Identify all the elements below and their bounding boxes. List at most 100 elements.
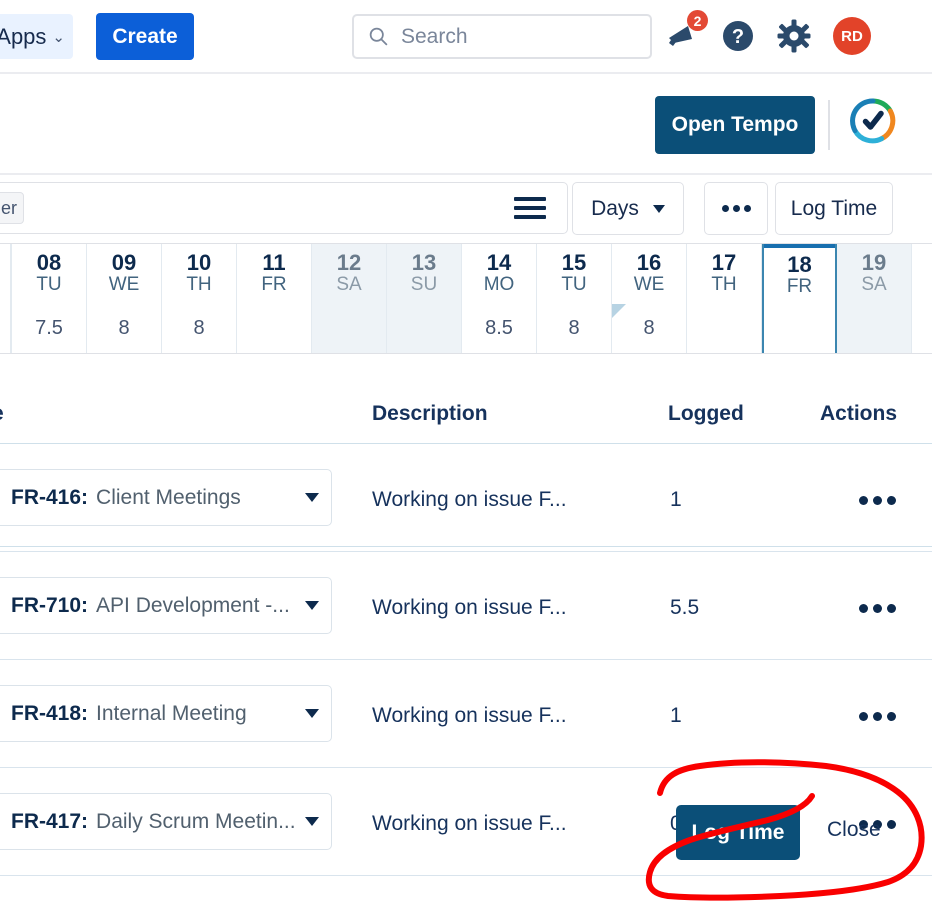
row-actions-button[interactable] bbox=[859, 496, 896, 505]
calendar-day-header: 08 TU bbox=[12, 244, 86, 302]
worklog-description[interactable]: Working on issue F... bbox=[372, 704, 567, 728]
calendar-day-hours[interactable]: 7.5 bbox=[12, 303, 86, 354]
calendar-day-column[interactable]: 17 TH bbox=[687, 244, 762, 354]
worklog-description[interactable]: Working on issue F... bbox=[372, 596, 567, 620]
create-button[interactable]: Create bbox=[96, 13, 194, 60]
more-options-button[interactable] bbox=[704, 182, 768, 235]
hamburger-icon[interactable] bbox=[514, 192, 546, 224]
calendar-day-header: 16 WE bbox=[612, 244, 686, 302]
calendar-day-header: 13 SU bbox=[387, 244, 461, 302]
filter-button[interactable]: er bbox=[0, 192, 24, 224]
topnav-icon-group: 2 ? RD bbox=[665, 10, 871, 60]
column-header-issue[interactable]: e bbox=[0, 402, 4, 426]
worklog-description[interactable]: Working on issue F... bbox=[372, 488, 567, 512]
tempo-logo-icon[interactable] bbox=[849, 97, 897, 145]
help-button[interactable]: ? bbox=[721, 19, 755, 53]
calendar-day-column[interactable]: 15 TU 8 bbox=[537, 244, 612, 354]
calendar-day-header: 10 TH bbox=[162, 244, 236, 302]
calendar-day-number: 18 bbox=[787, 252, 812, 278]
calendar-day-weekday: TH bbox=[186, 273, 212, 295]
calendar-day-hours[interactable]: 8 bbox=[87, 303, 161, 354]
issue-selector[interactable]: FR-710: API Development -... bbox=[0, 577, 332, 634]
calendar-day-hours[interactable] bbox=[387, 303, 461, 354]
settings-button[interactable] bbox=[777, 19, 811, 53]
log-time-button[interactable]: Log Time bbox=[775, 182, 893, 235]
issue-key: FR-417: bbox=[11, 809, 89, 833]
calendar-day-hours[interactable] bbox=[687, 303, 761, 354]
calendar-day-number: 15 bbox=[561, 250, 587, 276]
jira-top-navigation: Apps ⌄ Create Search 2 ? RD bbox=[0, 0, 932, 72]
calendar-day-column[interactable]: 12 SA bbox=[312, 244, 387, 354]
calendar-day-hours[interactable] bbox=[312, 303, 386, 354]
calendar-day-column[interactable]: 18 FR bbox=[762, 244, 837, 354]
apps-menu-button[interactable]: Apps ⌄ bbox=[0, 14, 73, 59]
calendar-day-weekday: WE bbox=[633, 273, 665, 295]
issue-selector[interactable]: FR-418: Internal Meeting bbox=[0, 685, 332, 742]
search-input[interactable]: Search bbox=[401, 25, 468, 49]
issue-summary: API Development -... bbox=[96, 593, 290, 617]
calendar-day-header: 12 SA bbox=[312, 244, 386, 302]
worklog-table: e Description Logged Actions FR-416: Clie… bbox=[0, 356, 932, 876]
calendar-day-column[interactable]: 10 TH 8 bbox=[162, 244, 237, 354]
calendar-day-number: 08 bbox=[36, 250, 62, 276]
calendar-cell-marker-icon bbox=[612, 304, 626, 318]
calendar-day-weekday: TU bbox=[36, 273, 62, 295]
row-log-time-button[interactable]: Log Time bbox=[676, 805, 800, 860]
open-tempo-button[interactable]: Open Tempo bbox=[655, 96, 815, 154]
calendar-day-hours[interactable] bbox=[237, 303, 311, 354]
calendar-day-number: 11 bbox=[262, 250, 286, 276]
calendar-day-hours[interactable]: 8.5 bbox=[462, 303, 536, 354]
row-actions-button[interactable] bbox=[859, 604, 896, 613]
calendar-day-hours[interactable]: 8 bbox=[162, 303, 236, 354]
avatar[interactable]: RD bbox=[833, 17, 871, 55]
calendar-day-number: 17 bbox=[711, 250, 737, 276]
calendar-day-hours[interactable] bbox=[837, 303, 911, 354]
row-actions-button[interactable] bbox=[859, 712, 896, 721]
calendar-day-number: 13 bbox=[411, 250, 437, 276]
period-selector[interactable]: Days bbox=[572, 182, 684, 235]
calendar-day-column[interactable]: 13 SU bbox=[387, 244, 462, 354]
calendar-day-weekday: SU bbox=[410, 273, 438, 295]
column-header-logged[interactable]: Logged bbox=[668, 402, 744, 426]
calendar-day-hours[interactable]: 8 bbox=[537, 303, 611, 354]
row-close-button[interactable]: Close bbox=[827, 818, 881, 842]
issue-key: FR-416: bbox=[11, 485, 89, 509]
calendar-day-strip: 08 TU 7.5 09 WE 8 10 TH 8 11 FR 12 SA 13 SU 14 MO 8.5 15 TU… bbox=[0, 244, 932, 547]
calendar-day-column[interactable]: 08 TU 7.5 bbox=[12, 244, 87, 354]
notifications-button[interactable]: 2 bbox=[665, 10, 708, 53]
header-divider bbox=[828, 100, 830, 150]
calendar-day-header: 15 TU bbox=[537, 244, 611, 302]
calendar-day-header: 09 WE bbox=[87, 244, 161, 302]
calendar-day-hours[interactable] bbox=[764, 303, 835, 354]
calendar-day-column[interactable]: 11 FR bbox=[237, 244, 312, 354]
chevron-down-icon bbox=[652, 204, 665, 213]
chevron-down-icon: ⌄ bbox=[52, 28, 65, 46]
timesheet-toolbar: er Days Log Time bbox=[0, 176, 932, 240]
worklog-logged-hours[interactable]: 1 bbox=[670, 488, 682, 512]
issue-selector[interactable]: FR-417: Daily Scrum Meetin... bbox=[0, 793, 332, 850]
calendar-day-column[interactable]: 19 SA bbox=[837, 244, 912, 354]
issue-summary: Daily Scrum Meetin... bbox=[96, 809, 296, 833]
issue-key: FR-710: bbox=[11, 593, 89, 617]
calendar-day-weekday: FR bbox=[786, 275, 813, 297]
calendar-day-column[interactable]: 09 WE 8 bbox=[87, 244, 162, 354]
column-header-description[interactable]: Description bbox=[372, 402, 488, 426]
search-icon bbox=[369, 27, 388, 46]
worklog-logged-hours[interactable]: 1 bbox=[670, 704, 682, 728]
svg-text:?: ? bbox=[732, 26, 744, 48]
calendar-day-number: 12 bbox=[336, 250, 362, 276]
worklog-description[interactable]: Working on issue F... bbox=[372, 812, 567, 836]
issue-selector[interactable]: FR-416: Client Meetings bbox=[0, 469, 332, 526]
help-icon: ? bbox=[723, 21, 753, 51]
search-field[interactable]: Search bbox=[352, 14, 652, 59]
ellipsis-icon bbox=[721, 205, 751, 212]
column-header-actions: Actions bbox=[820, 402, 898, 425]
worklog-logged-hours[interactable]: 5.5 bbox=[670, 596, 699, 620]
table-row: FR-417: Daily Scrum Meetin... Working on i… bbox=[0, 768, 932, 876]
calendar-day-weekday: TU bbox=[561, 273, 587, 295]
calendar-day-weekday: TH bbox=[711, 273, 737, 295]
calendar-day-column[interactable]: 16 WE 8 bbox=[612, 244, 687, 354]
filter-bar-frame bbox=[0, 182, 568, 234]
issue-key: FR-418: bbox=[11, 701, 89, 725]
calendar-day-column[interactable]: 14 MO 8.5 bbox=[462, 244, 537, 354]
